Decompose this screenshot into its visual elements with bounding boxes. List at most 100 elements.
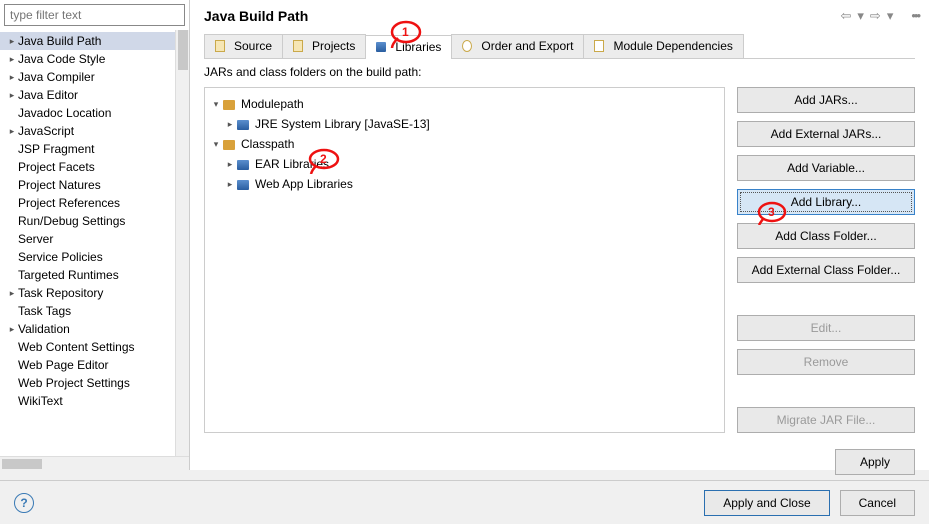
sidebar-item-web-project-settings[interactable]: ▸Web Project Settings — [0, 374, 189, 392]
vertical-scrollbar[interactable] — [175, 30, 189, 456]
chevron-right-icon[interactable]: ▸ — [6, 54, 18, 65]
chevron-right-icon[interactable]: ▸ — [6, 36, 18, 47]
tab-libraries[interactable]: Libraries — [365, 35, 452, 59]
add-library-button[interactable]: Add Library... — [737, 189, 915, 215]
sidebar-item-label: Validation — [18, 322, 70, 336]
sidebar-item-label: Server — [18, 232, 53, 246]
chevron-right-icon[interactable]: ▸ — [223, 159, 237, 170]
chevron-right-icon[interactable]: ▸ — [223, 119, 237, 130]
apply-button[interactable]: Apply — [835, 449, 915, 475]
help-icon[interactable]: ? — [14, 493, 34, 513]
source-icon — [215, 39, 229, 53]
buildpath-buttons: Add JARs... Add External JARs... Add Var… — [737, 87, 915, 433]
webapp-libraries-node[interactable]: ▸ Web App Libraries — [223, 174, 720, 194]
tab-projects[interactable]: Projects — [282, 34, 366, 58]
sidebar-item-label: Web Content Settings — [18, 340, 135, 354]
buildpath-subtitle: JARs and class folders on the build path… — [190, 59, 929, 79]
sidebar-item-task-tags[interactable]: ▸Task Tags — [0, 302, 189, 320]
tabbar: Source Projects Libraries Order and Expo… — [204, 34, 915, 59]
horizontal-scrollbar[interactable] — [0, 456, 189, 470]
sidebar-item-server[interactable]: ▸Server — [0, 230, 189, 248]
back-icon[interactable]: ⇦ — [840, 8, 851, 24]
dialog-footer: ? Apply and Close Cancel — [0, 480, 929, 524]
sidebar-item-label: JavaScript — [18, 124, 74, 138]
chevron-right-icon[interactable]: ▸ — [223, 179, 237, 190]
buildpath-tree[interactable]: ▾ Modulepath ▸ JRE System Library [JavaS… — [204, 87, 725, 433]
sidebar-item-label: Run/Debug Settings — [18, 214, 125, 228]
tab-module-dependencies[interactable]: Module Dependencies — [583, 34, 743, 58]
sidebar-item-wikitext[interactable]: ▸WikiText — [0, 392, 189, 410]
add-external-jars-button[interactable]: Add External JARs... — [737, 121, 915, 147]
chevron-down-icon[interactable]: ▾ — [209, 139, 223, 150]
classpath-icon — [223, 137, 239, 151]
sidebar-item-label: Javadoc Location — [18, 106, 111, 120]
order-icon — [462, 39, 476, 53]
sidebar-item-web-content-settings[interactable]: ▸Web Content Settings — [0, 338, 189, 356]
sidebar-item-java-build-path[interactable]: ▸Java Build Path — [0, 32, 189, 50]
add-class-folder-button[interactable]: Add Class Folder... — [737, 223, 915, 249]
sidebar-item-label: Project References — [18, 196, 120, 210]
remove-button: Remove — [737, 349, 915, 375]
sidebar-item-web-page-editor[interactable]: ▸Web Page Editor — [0, 356, 189, 374]
sidebar-item-project-natures[interactable]: ▸Project Natures — [0, 176, 189, 194]
edit-button: Edit... — [737, 315, 915, 341]
sidebar-tree[interactable]: ▸Java Build Path▸Java Code Style▸Java Co… — [0, 30, 189, 456]
sidebar-item-project-references[interactable]: ▸Project References — [0, 194, 189, 212]
sidebar-item-javascript[interactable]: ▸JavaScript — [0, 122, 189, 140]
chevron-right-icon[interactable]: ▸ — [6, 126, 18, 137]
sidebar-item-label: JSP Fragment — [18, 142, 94, 156]
chevron-down-icon[interactable]: ▾ — [209, 99, 223, 110]
sidebar-item-label: Web Project Settings — [18, 376, 130, 390]
chevron-right-icon[interactable]: ▸ — [6, 288, 18, 299]
sidebar-item-java-compiler[interactable]: ▸Java Compiler — [0, 68, 189, 86]
filter-input[interactable] — [4, 4, 185, 26]
sidebar-item-project-facets[interactable]: ▸Project Facets — [0, 158, 189, 176]
chevron-right-icon[interactable]: ▸ — [6, 72, 18, 83]
add-jars-button[interactable]: Add JARs... — [737, 87, 915, 113]
chevron-right-icon[interactable]: ▸ — [6, 324, 18, 335]
sidebar-item-java-code-style[interactable]: ▸Java Code Style — [0, 50, 189, 68]
sidebar-item-label: Project Facets — [18, 160, 95, 174]
classpath-node[interactable]: ▾ Classpath — [209, 134, 720, 154]
forward-icon[interactable]: ▾ — [857, 8, 864, 24]
sidebar-item-label: Java Code Style — [18, 52, 105, 66]
sidebar-item-label: WikiText — [18, 394, 63, 408]
sidebar-item-label: Web Page Editor — [18, 358, 109, 372]
sidebar-item-label: Task Tags — [18, 304, 71, 318]
modulepath-icon — [223, 97, 239, 111]
sidebar-item-targeted-runtimes[interactable]: ▸Targeted Runtimes — [0, 266, 189, 284]
sidebar-item-label: Java Compiler — [18, 70, 95, 84]
sidebar-item-label: Project Natures — [18, 178, 101, 192]
sidebar-item-java-editor[interactable]: ▸Java Editor — [0, 86, 189, 104]
add-external-class-folder-button[interactable]: Add External Class Folder... — [737, 257, 915, 283]
sidebar-item-task-repository[interactable]: ▸Task Repository — [0, 284, 189, 302]
add-variable-button[interactable]: Add Variable... — [737, 155, 915, 181]
sidebar-item-label: Service Policies — [18, 250, 103, 264]
sidebar-item-label: Targeted Runtimes — [18, 268, 119, 282]
module-icon — [594, 39, 608, 53]
chevron-right-icon[interactable]: ▸ — [6, 90, 18, 101]
migrate-jar-button: Migrate JAR File... — [737, 407, 915, 433]
tab-order-export[interactable]: Order and Export — [451, 34, 584, 58]
page-title: Java Build Path — [204, 8, 840, 24]
modulepath-node[interactable]: ▾ Modulepath — [209, 94, 720, 114]
sidebar-item-label: Task Repository — [18, 286, 103, 300]
apply-and-close-button[interactable]: Apply and Close — [704, 490, 829, 516]
jre-node[interactable]: ▸ JRE System Library [JavaSE-13] — [223, 114, 720, 134]
projects-icon — [293, 39, 307, 53]
sidebar-item-service-policies[interactable]: ▸Service Policies — [0, 248, 189, 266]
ear-libraries-node[interactable]: ▸ EAR Libraries — [223, 154, 720, 174]
ear-icon — [237, 157, 253, 171]
sidebar-item-run-debug-settings[interactable]: ▸Run/Debug Settings — [0, 212, 189, 230]
sidebar-item-javadoc-location[interactable]: ▸Javadoc Location — [0, 104, 189, 122]
main-pane: Java Build Path ⇦ ▾ ⇨ ▾ ••• Source Proje… — [190, 0, 929, 470]
sidebar-item-jsp-fragment[interactable]: ▸JSP Fragment — [0, 140, 189, 158]
cancel-button[interactable]: Cancel — [840, 490, 915, 516]
sidebar-item-validation[interactable]: ▸Validation — [0, 320, 189, 338]
libraries-icon — [376, 40, 390, 54]
menu-icon[interactable]: ••• — [911, 8, 919, 24]
webapp-icon — [237, 177, 253, 191]
tab-source[interactable]: Source — [204, 34, 283, 58]
forward2-icon[interactable]: ⇨ — [870, 8, 881, 24]
dropdown-icon[interactable]: ▾ — [887, 8, 894, 24]
